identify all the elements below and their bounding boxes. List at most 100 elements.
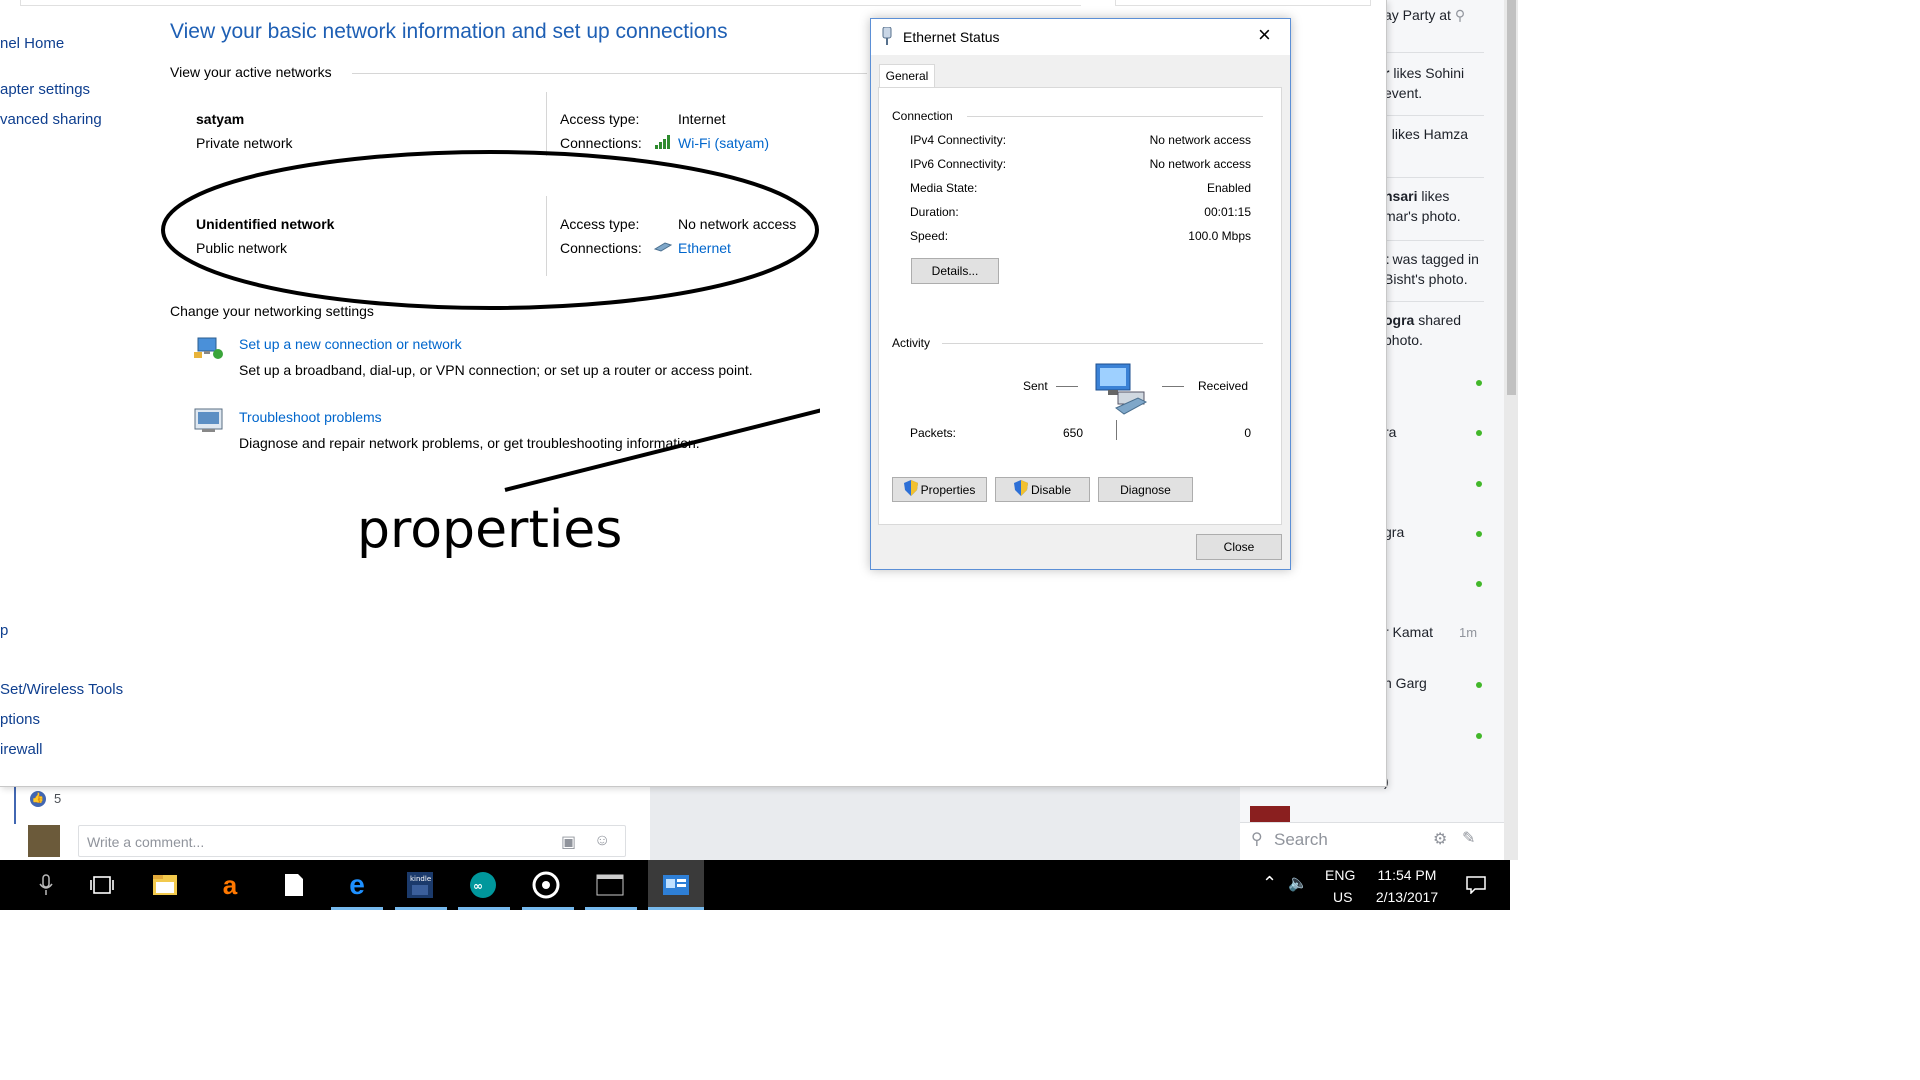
task-view-icon[interactable]	[88, 871, 116, 899]
sidebar-advanced-sharing[interactable]: vanced sharing	[0, 111, 102, 128]
speaker-icon[interactable]: 🔈	[1288, 873, 1308, 893]
close-icon[interactable]: ×	[1258, 24, 1271, 46]
action-center-icon[interactable]	[1466, 876, 1486, 899]
active-app-indicator	[331, 907, 383, 910]
command-prompt-icon[interactable]	[596, 871, 624, 899]
post-accent-line	[14, 786, 16, 824]
disable-button[interactable]: Disable	[995, 477, 1090, 502]
speed-value: 100.0 Mbps	[1188, 229, 1251, 243]
annotation-arrow-line	[504, 408, 820, 492]
contact-name[interactable]: r Kamat	[1384, 623, 1433, 642]
page-title: View your basic network information and …	[170, 20, 728, 43]
notification-text[interactable]: ogra shared	[1384, 311, 1461, 330]
search-box[interactable]	[1115, 0, 1371, 6]
active-app-indicator	[522, 907, 574, 910]
access-type-value: Internet	[678, 111, 726, 127]
notification-text[interactable]: ay Party at ⚲	[1384, 6, 1465, 25]
properties-button[interactable]: Properties	[892, 477, 987, 502]
region-indicator[interactable]: US	[1333, 889, 1352, 905]
contact-idle-time: 1m	[1459, 625, 1478, 640]
location-pin-icon: ⚲	[1454, 7, 1466, 23]
packets-label: Packets:	[910, 426, 957, 440]
notification-text[interactable]: Bisht's photo.	[1384, 270, 1468, 289]
svg-text:kindle: kindle	[410, 875, 431, 883]
sidebar-adapter-settings[interactable]: apter settings	[0, 81, 90, 98]
divider	[1380, 52, 1484, 53]
notification-text[interactable]: t was tagged in	[1384, 250, 1479, 269]
notification-text[interactable]: i likes Hamza	[1384, 125, 1468, 144]
tab-general[interactable]: General	[879, 64, 935, 88]
divider	[1380, 240, 1484, 241]
duration-label: Duration:	[910, 205, 959, 219]
windows-explorer-icon[interactable]	[151, 871, 179, 899]
sidebar-internet-options[interactable]: ptions	[0, 711, 40, 728]
details-button[interactable]: Details...	[911, 258, 999, 284]
divider	[1380, 301, 1484, 302]
control-panel-icon[interactable]	[662, 871, 690, 899]
notepad-icon[interactable]	[280, 871, 308, 899]
sidebar-control-panel-home[interactable]: nel Home	[0, 35, 64, 52]
emoji-icon[interactable]: ☺	[594, 832, 610, 850]
notification-text[interactable]: nsari likes	[1384, 187, 1449, 206]
divider	[1380, 115, 1484, 116]
ipv6-value: No network access	[1149, 157, 1251, 171]
active-app-indicator	[458, 907, 510, 910]
online-status-dot	[1476, 481, 1482, 487]
group-rule	[967, 116, 1263, 117]
chevron-up-icon[interactable]: ⌃	[1262, 873, 1277, 894]
disable-button-label: Disable	[1030, 482, 1072, 497]
notification-text[interactable]: photo.	[1384, 331, 1423, 350]
gear-icon[interactable]: ⚙	[1433, 829, 1447, 849]
facebook-scrollbar-thumb[interactable]	[1507, 0, 1516, 395]
speed-label: Speed:	[910, 229, 949, 243]
properties-button-label: Properties	[920, 482, 976, 497]
uac-shield-icon	[903, 480, 918, 499]
svg-text:∞: ∞	[473, 879, 483, 893]
connection-group-label: Connection	[892, 109, 953, 123]
network-computers-icon	[1094, 362, 1152, 418]
annotation-text: properties	[357, 500, 623, 560]
online-status-dot	[1476, 380, 1482, 386]
sent-label: Sent	[1023, 379, 1048, 393]
sent-line	[1056, 386, 1078, 387]
dialog-close-button[interactable]: Close	[1196, 534, 1282, 560]
tab-panel	[878, 87, 1282, 525]
media-player-icon[interactable]	[532, 871, 560, 899]
notification-text[interactable]: mar's photo.	[1384, 207, 1461, 226]
online-status-dot	[1476, 733, 1482, 739]
online-status-dot	[1476, 531, 1482, 537]
commenter-avatar	[28, 825, 60, 857]
received-label: Received	[1198, 379, 1249, 393]
group-rule	[942, 343, 1263, 344]
like-count[interactable]: 5	[54, 791, 61, 806]
ipv6-label: IPv6 Connectivity:	[910, 157, 1007, 171]
contact-name[interactable]: n Garg	[1384, 674, 1427, 693]
ethernet-plug-icon	[882, 26, 892, 45]
duration-value: 00:01:15	[1204, 205, 1251, 219]
network-name: satyam	[196, 111, 245, 127]
compose-icon[interactable]: ✎	[1462, 828, 1475, 848]
kindle-icon[interactable]: kindle	[406, 871, 434, 899]
diagnose-button[interactable]: Diagnose	[1098, 477, 1193, 502]
online-status-dot	[1476, 682, 1482, 688]
contact-name[interactable]: gra	[1384, 523, 1404, 542]
clock-date[interactable]: 2/13/2017	[1366, 889, 1448, 905]
sidebar-firewall[interactable]: irewall	[0, 741, 43, 758]
avast-icon[interactable]: a	[216, 870, 244, 900]
notification-text[interactable]: r likes Sohini	[1384, 64, 1464, 83]
camera-icon[interactable]: ▣	[561, 832, 576, 852]
edge-browser-icon[interactable]: e	[343, 869, 371, 900]
packets-received-value: 0	[1244, 426, 1251, 440]
microphone-icon[interactable]	[32, 871, 60, 899]
address-bar[interactable]	[20, 0, 1081, 6]
sidebar-see-also-item[interactable]: p	[0, 622, 8, 639]
sidebar-wireless-tools[interactable]: Set/Wireless Tools	[0, 681, 123, 698]
arduino-icon[interactable]: ∞	[469, 871, 497, 899]
clock-time[interactable]: 11:54 PM	[1370, 867, 1444, 883]
online-status-dot	[1476, 430, 1482, 436]
online-status-dot	[1476, 581, 1482, 587]
packets-sent-value: 650	[1062, 426, 1083, 440]
language-indicator[interactable]: ENG	[1325, 867, 1355, 883]
chat-search-input[interactable]: Search	[1274, 830, 1328, 850]
notification-text[interactable]: event.	[1384, 84, 1422, 103]
